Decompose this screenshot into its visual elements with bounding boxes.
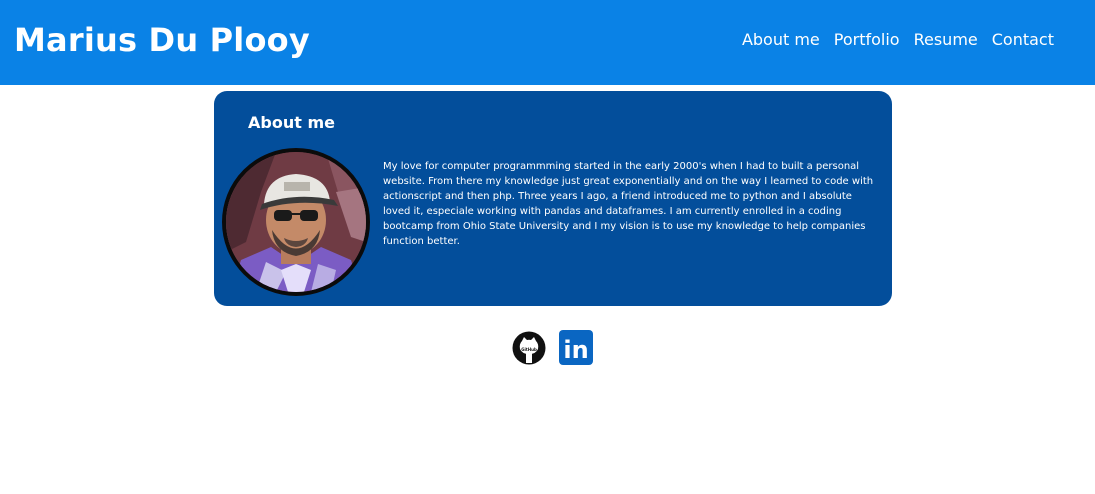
linkedin-icon: in [559,330,593,365]
social-links: GitHub in [512,330,593,365]
profile-photo [226,152,366,292]
github-link[interactable]: GitHub [512,330,546,365]
about-heading: About me [248,113,335,132]
linkedin-link[interactable]: in [559,330,593,365]
linkedin-label: in [563,336,588,364]
avatar [222,148,370,296]
nav-link-about[interactable]: About me [742,28,820,52]
about-bio: My love for computer programmming starte… [383,161,874,247]
site-title: Marius Du Plooy [14,21,310,59]
main-nav: About me Portfolio Resume Contact [742,28,1054,52]
github-caption: GitHub [521,347,537,352]
nav-link-contact[interactable]: Contact [992,28,1054,52]
nav-link-resume[interactable]: Resume [914,28,978,52]
about-card: About me My love for computer programmmi… [214,91,892,306]
nav-link-portfolio[interactable]: Portfolio [834,28,900,52]
site-header: Marius Du Plooy About me Portfolio Resum… [0,0,1095,85]
github-icon: GitHub [512,331,546,365]
